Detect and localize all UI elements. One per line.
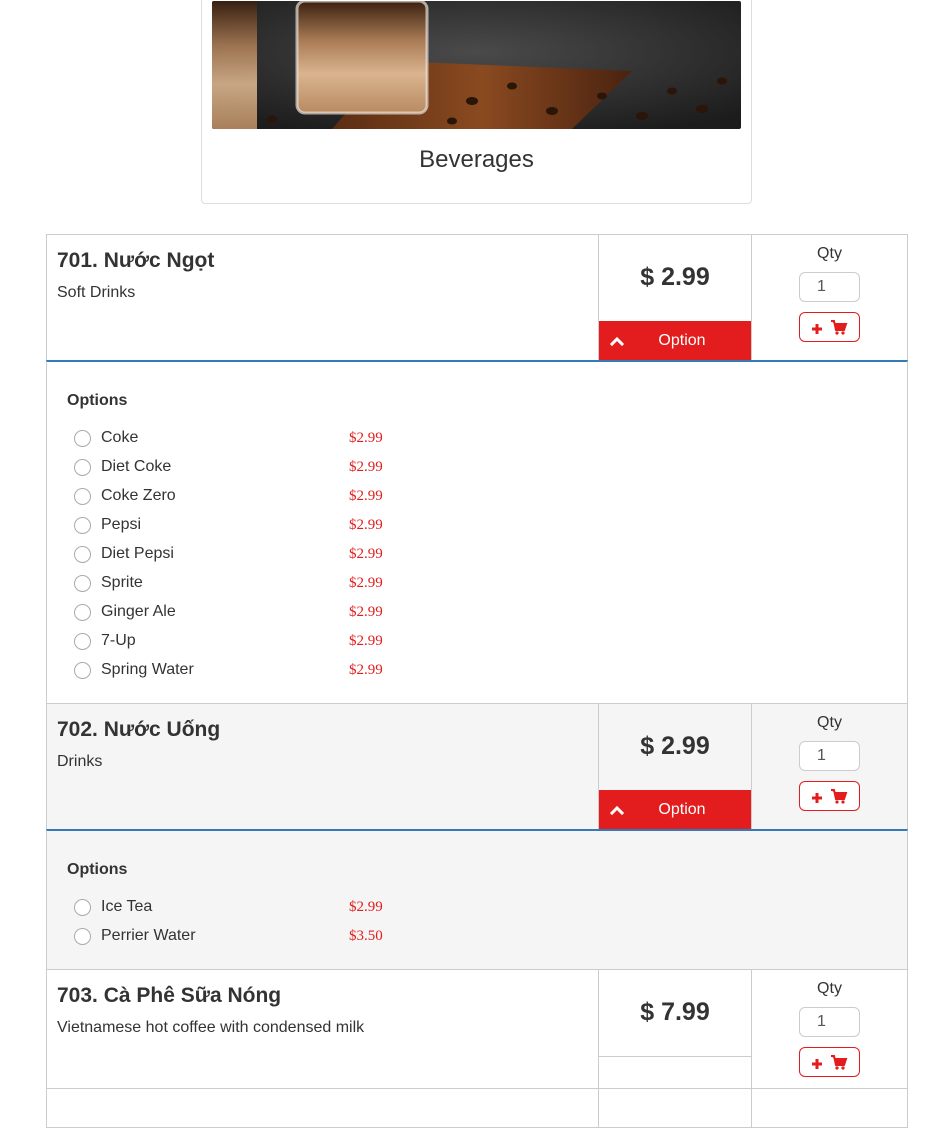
radio-unchecked-icon[interactable] bbox=[74, 633, 91, 650]
chevron-up-icon bbox=[609, 805, 625, 816]
radio-unchecked-icon[interactable] bbox=[74, 546, 91, 563]
option-toggle-button[interactable]: Option bbox=[599, 790, 751, 830]
item-qty-cell: Qty bbox=[752, 235, 907, 361]
option-name: Coke Zero bbox=[101, 487, 176, 504]
option-name: Spring Water bbox=[101, 661, 194, 678]
option-price: $2.99 bbox=[349, 517, 383, 533]
chevron-up-icon bbox=[609, 336, 625, 347]
option-toggle-button[interactable]: Option bbox=[599, 321, 751, 361]
item-qty-cell: Qty bbox=[752, 704, 907, 830]
option-price: $2.99 bbox=[349, 633, 383, 649]
add-to-cart-button[interactable] bbox=[799, 1047, 860, 1077]
option-price: $2.99 bbox=[349, 430, 383, 446]
option-price: $2.99 bbox=[349, 488, 383, 504]
option-row[interactable]: Sprite $2.99 bbox=[47, 574, 907, 603]
item-price: $ 2.99 bbox=[640, 732, 710, 760]
item-price-cell: $ 2.99 Option bbox=[598, 704, 752, 830]
item-name: 701. Nước Ngọt bbox=[57, 249, 215, 272]
radio-unchecked-icon[interactable] bbox=[74, 604, 91, 621]
option-row[interactable]: Pepsi $2.99 bbox=[47, 516, 907, 545]
item-price: $ 2.99 bbox=[640, 263, 710, 291]
option-row[interactable]: Coke $2.99 bbox=[47, 429, 907, 458]
options-panel-701: Options Coke $2.99 Diet Coke $2.99 Coke … bbox=[46, 360, 908, 704]
add-to-cart-button[interactable] bbox=[799, 781, 860, 811]
option-name: Diet Pepsi bbox=[101, 545, 174, 562]
item-qty-cell bbox=[752, 1089, 907, 1127]
radio-unchecked-icon[interactable] bbox=[74, 928, 91, 945]
qty-input[interactable] bbox=[799, 1007, 860, 1037]
item-name: 702. Nước Uống bbox=[57, 718, 221, 741]
option-name: Ice Tea bbox=[101, 898, 153, 915]
radio-unchecked-icon[interactable] bbox=[74, 517, 91, 534]
option-price: $2.99 bbox=[349, 575, 383, 591]
qty-label: Qty bbox=[817, 245, 842, 262]
plus-cart-icon bbox=[812, 320, 848, 335]
option-name: Sprite bbox=[101, 574, 143, 591]
option-name: Diet Coke bbox=[101, 458, 172, 475]
qty-input[interactable] bbox=[799, 741, 860, 771]
radio-unchecked-icon[interactable] bbox=[74, 899, 91, 916]
option-row[interactable]: Perrier Water $3.50 bbox=[47, 927, 907, 956]
item-price-cell: $ 2.99 Option bbox=[598, 235, 752, 361]
option-price: $2.99 bbox=[349, 662, 383, 678]
option-price: $3.50 bbox=[349, 928, 383, 944]
item-price-cell bbox=[598, 1089, 752, 1127]
menu-item-next bbox=[46, 1088, 908, 1128]
radio-unchecked-icon[interactable] bbox=[74, 430, 91, 447]
menu-item-702: 702. Nước Uống Drinks $ 2.99 Option Qty bbox=[46, 703, 908, 831]
qty-input[interactable] bbox=[799, 272, 860, 302]
item-info: 703. Cà Phê Sữa Nóng Vietnamese hot coff… bbox=[47, 970, 598, 1088]
radio-unchecked-icon[interactable] bbox=[74, 488, 91, 505]
item-description: Soft Drinks bbox=[57, 284, 136, 301]
option-row[interactable]: Spring Water $2.99 bbox=[47, 661, 907, 690]
options-title: Options bbox=[67, 861, 128, 878]
option-name: Coke bbox=[101, 429, 139, 446]
options-title: Options bbox=[67, 392, 128, 409]
item-price-cell: $ 7.99 bbox=[598, 970, 752, 1088]
menu-item-701: 701. Nước Ngọt Soft Drinks $ 2.99 Option… bbox=[46, 234, 908, 362]
option-row[interactable]: Ice Tea $2.99 bbox=[47, 898, 907, 927]
price-cell-footer bbox=[599, 1056, 751, 1088]
plus-cart-icon bbox=[812, 1055, 848, 1070]
item-description: Drinks bbox=[57, 753, 103, 770]
item-description: Vietnamese hot coffee with condensed mil… bbox=[57, 1019, 365, 1036]
item-price: $ 7.99 bbox=[640, 998, 710, 1026]
options-panel-702: Options Ice Tea $2.99 Perrier Water $3.5… bbox=[46, 829, 908, 970]
option-row[interactable]: 7-Up $2.99 bbox=[47, 632, 907, 661]
qty-label: Qty bbox=[817, 980, 842, 997]
item-info: 702. Nước Uống Drinks bbox=[47, 704, 598, 830]
option-price: $2.99 bbox=[349, 546, 383, 562]
option-price: $2.99 bbox=[349, 459, 383, 475]
option-name: Ginger Ale bbox=[101, 603, 176, 620]
item-qty-cell: Qty bbox=[752, 970, 907, 1088]
category-card: Beverages bbox=[201, 0, 752, 204]
menu-item-703: 703. Cà Phê Sữa Nóng Vietnamese hot coff… bbox=[46, 969, 908, 1089]
option-price: $2.99 bbox=[349, 604, 383, 620]
option-row[interactable]: Ginger Ale $2.99 bbox=[47, 603, 907, 632]
item-info: 701. Nước Ngọt Soft Drinks bbox=[47, 235, 598, 361]
radio-unchecked-icon[interactable] bbox=[74, 575, 91, 592]
option-row[interactable]: Diet Coke $2.99 bbox=[47, 458, 907, 487]
radio-unchecked-icon[interactable] bbox=[74, 459, 91, 476]
option-name: Perrier Water bbox=[101, 927, 196, 944]
category-title: Beverages bbox=[419, 146, 534, 173]
option-name: Pepsi bbox=[101, 516, 142, 533]
option-row[interactable]: Coke Zero $2.99 bbox=[47, 487, 907, 516]
item-info bbox=[47, 1089, 598, 1127]
qty-label: Qty bbox=[817, 714, 842, 731]
option-row[interactable]: Diet Pepsi $2.99 bbox=[47, 545, 907, 574]
item-name: 703. Cà Phê Sữa Nóng bbox=[57, 984, 282, 1007]
add-to-cart-button[interactable] bbox=[799, 312, 860, 342]
radio-unchecked-icon[interactable] bbox=[74, 662, 91, 679]
option-price: $2.99 bbox=[349, 899, 383, 915]
plus-cart-icon bbox=[812, 789, 848, 804]
option-name: 7-Up bbox=[101, 632, 136, 649]
category-image bbox=[212, 1, 741, 129]
